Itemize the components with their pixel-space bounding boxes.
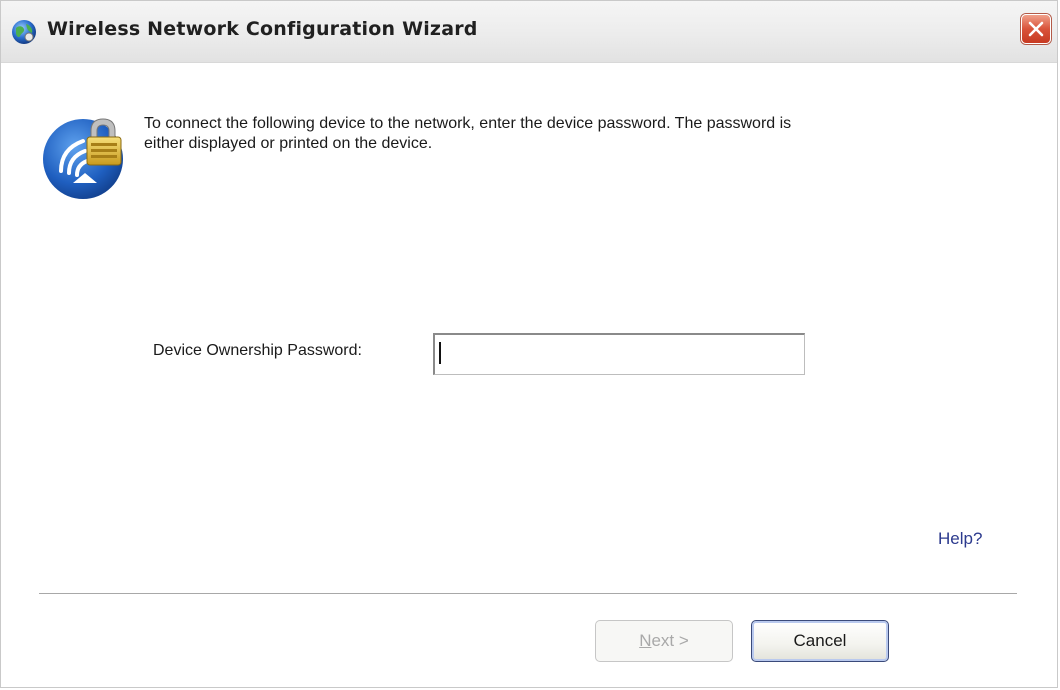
intro-line-2: either displayed or printed on the devic… [144,135,433,152]
password-input[interactable] [433,333,805,375]
help-link[interactable]: Help? [938,529,982,549]
next-button-mnemonic: N [639,631,652,650]
next-button-label: ext > [651,631,689,650]
cancel-button[interactable]: Cancel [751,620,889,662]
text-caret [439,342,441,364]
wizard-window: Wireless Network Configuration Wizard To… [0,0,1058,688]
intro-line-1: To connect the following device to the n… [144,115,792,132]
globe-network-icon [11,19,37,45]
next-button[interactable]: Next > [595,620,733,662]
window-title: Wireless Network Configuration Wizard [47,18,478,40]
close-button[interactable] [1021,14,1051,44]
title-bar[interactable]: Wireless Network Configuration Wizard [1,1,1057,63]
intro-text: To connect the following device to the n… [144,114,1024,154]
close-icon [1028,21,1044,37]
password-label: Device Ownership Password: [153,342,362,359]
wireless-lock-icon [39,109,131,201]
footer-separator [39,593,1017,595]
